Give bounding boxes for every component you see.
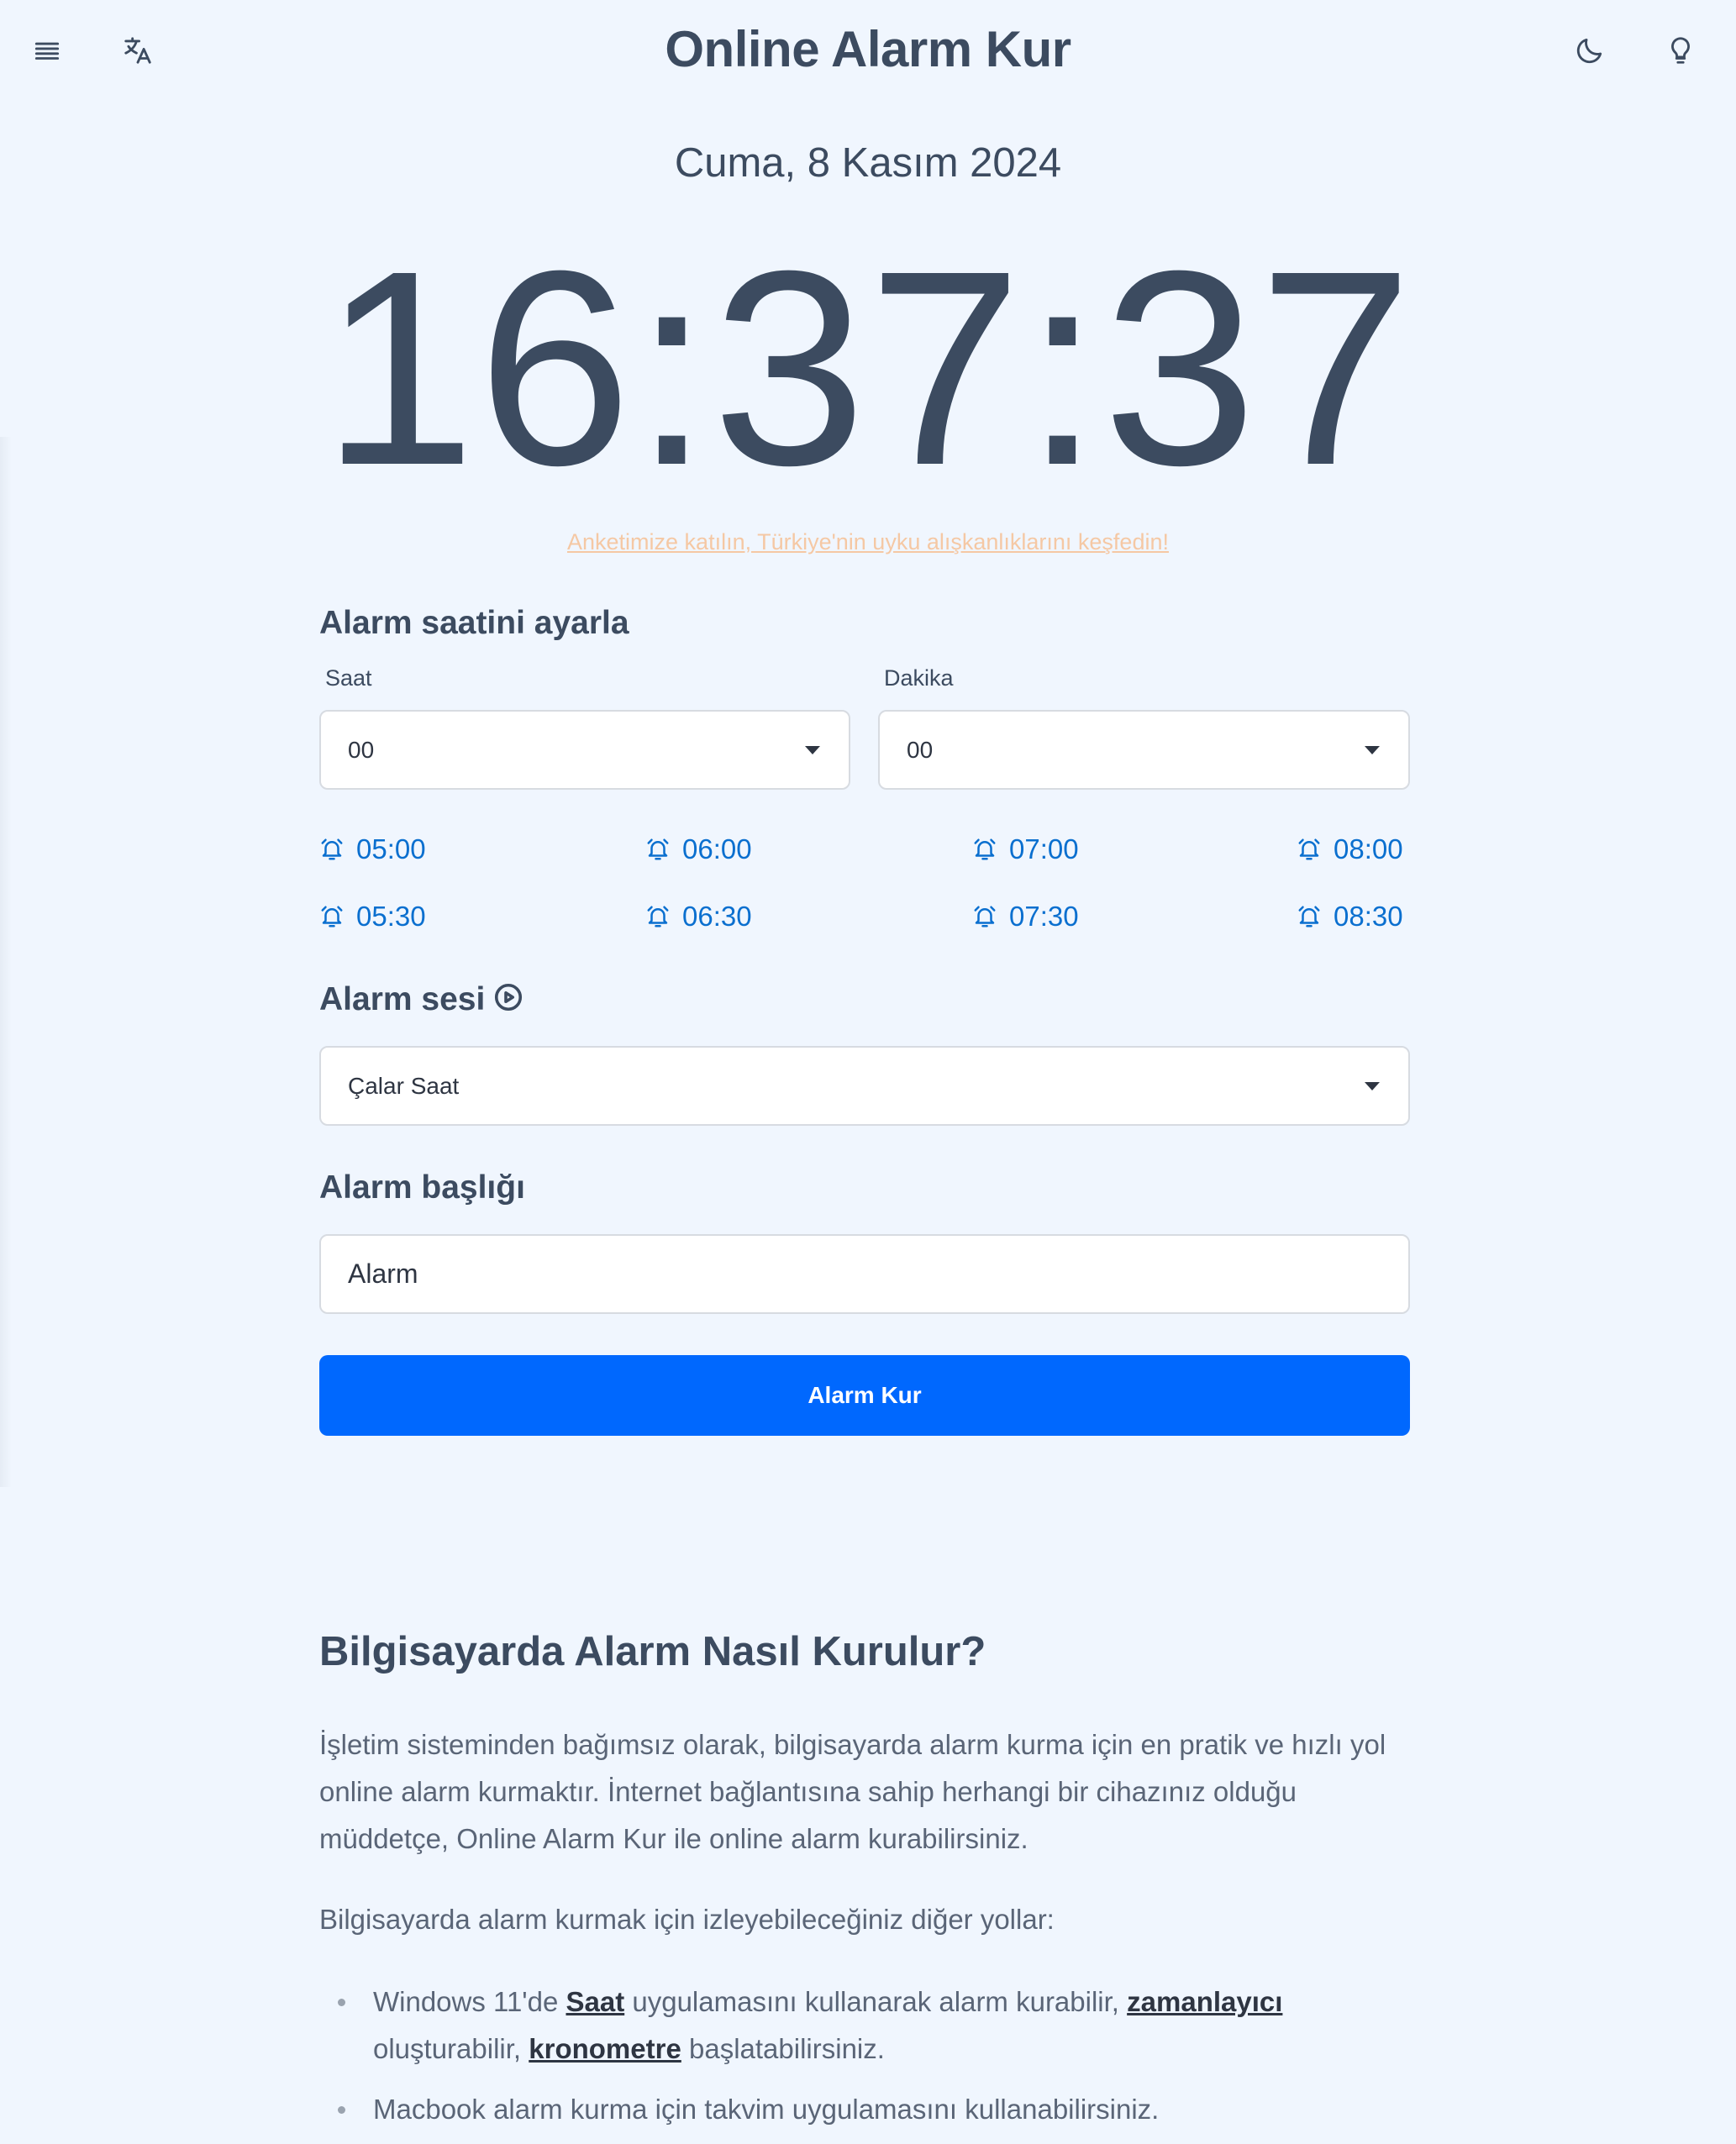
quick-alarm-label: 08:00 <box>1334 833 1403 864</box>
kronometre-link[interactable]: kronometre <box>529 2033 681 2064</box>
alarm-bell-icon <box>647 838 669 860</box>
hour-label: Saat <box>325 665 372 691</box>
list-text: Windows 11'de <box>373 1986 566 2017</box>
list-item: Macbook alarm kurma için takvim uygulama… <box>319 2086 1428 2133</box>
quick-alarm-label: 07:00 <box>1009 833 1079 864</box>
list-text: başlatabilirsiniz. <box>681 2033 885 2064</box>
list-text: oluşturabilir, <box>373 2033 529 2064</box>
quick-alarm-0800[interactable]: 08:00 <box>1297 833 1403 865</box>
hour-select-value: 00 <box>348 736 375 763</box>
list-text: uygulamasını kullanarak alarm kurabilir, <box>624 1986 1128 2017</box>
side-shadow <box>0 437 12 1487</box>
quick-alarm-label: 08:30 <box>1334 901 1403 932</box>
alarm-bell-icon <box>647 906 669 927</box>
minute-select-value: 00 <box>907 736 934 763</box>
quick-alarm-label: 07:30 <box>1009 901 1079 932</box>
current-date: Cuma, 8 Kasım 2024 <box>674 140 1062 186</box>
alarm-sound-select[interactable]: Çalar Saat <box>319 1046 1410 1126</box>
alarm-bell-icon <box>321 838 343 860</box>
article-title: Bilgisayarda Alarm Nasıl Kurulur? <box>319 1629 986 1674</box>
list-item: Windows 11'de Saat uygulamasını kullanar… <box>319 1978 1428 2073</box>
quick-alarm-0530[interactable]: 05:30 <box>319 901 426 933</box>
play-sound-icon[interactable] <box>493 982 523 1021</box>
alarm-bell-icon <box>974 906 996 927</box>
quick-alarm-0700[interactable]: 07:00 <box>972 833 1079 865</box>
chevron-down-icon <box>805 745 820 754</box>
saat-link[interactable]: Saat <box>566 1986 624 2017</box>
alarm-title-heading: Alarm başlığı <box>319 1169 525 1206</box>
set-alarm-title: Alarm saatini ayarla <box>319 605 629 641</box>
zamanlayici-link[interactable]: zamanlayıcı <box>1127 1986 1282 2017</box>
set-alarm-button[interactable]: Alarm Kur <box>319 1355 1410 1436</box>
article-list: Windows 11'de Saat uygulamasını kullanar… <box>319 1978 1428 2144</box>
alarm-bell-icon <box>974 838 996 860</box>
quick-alarm-0630[interactable]: 06:30 <box>645 901 752 933</box>
quick-alarm-label: 05:00 <box>356 833 426 864</box>
hour-select[interactable]: 00 <box>319 710 850 790</box>
quick-alarm-label: 06:30 <box>682 901 752 932</box>
chevron-down-icon <box>1365 1081 1380 1090</box>
chevron-down-icon <box>1365 745 1380 754</box>
quick-alarm-0730[interactable]: 07:30 <box>972 901 1079 933</box>
current-time-clock: 16:37:37 <box>321 213 1415 523</box>
alarm-sound-value: Çalar Saat <box>348 1072 460 1099</box>
alarm-bell-icon <box>1298 838 1320 860</box>
article-paragraph-1: İşletim sisteminden bağımsız olarak, bil… <box>319 1729 1386 1854</box>
quick-alarm-label: 06:00 <box>682 833 752 864</box>
quick-alarm-0830[interactable]: 08:30 <box>1297 901 1403 933</box>
alarm-title-input[interactable]: Alarm <box>319 1234 1410 1314</box>
alarm-title-value: Alarm <box>348 1259 418 1289</box>
alarm-sound-heading: Alarm sesi <box>319 981 523 1021</box>
quick-alarm-0500[interactable]: 05:00 <box>319 833 426 865</box>
site-title: Online Alarm Kur <box>665 21 1071 77</box>
quick-alarm-label: 05:30 <box>356 901 426 932</box>
survey-link[interactable]: Anketimize katılın, Türkiye'nin uyku alı… <box>0 529 1736 555</box>
quick-alarm-0600[interactable]: 06:00 <box>645 833 752 865</box>
minute-label: Dakika <box>884 665 954 691</box>
article-paragraph-2: Bilgisayarda alarm kurmak için izleyebil… <box>319 1904 1055 1935</box>
alarm-bell-icon <box>1298 906 1320 927</box>
alarm-sound-title: Alarm sesi <box>319 981 486 1017</box>
alarm-bell-icon <box>321 906 343 927</box>
minute-select[interactable]: 00 <box>878 710 1410 790</box>
